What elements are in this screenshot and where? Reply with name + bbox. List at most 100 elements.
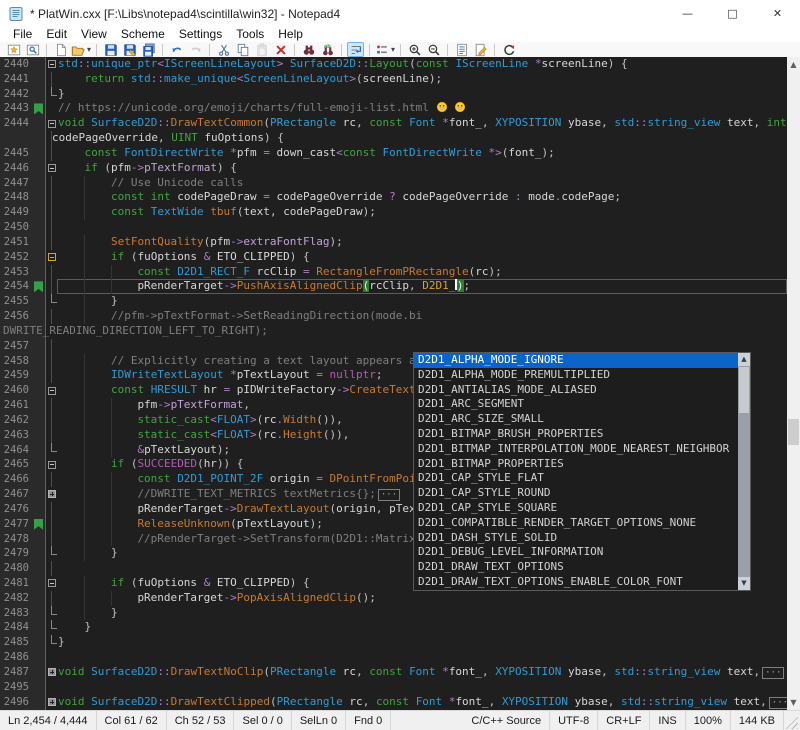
menu-tools[interactable]: Tools bbox=[229, 27, 271, 42]
status-zoom[interactable]: 100% bbox=[686, 711, 731, 730]
zoom-out-icon[interactable] bbox=[425, 42, 442, 57]
resize-grip[interactable] bbox=[784, 715, 798, 729]
scheme-config-icon[interactable]: ▾ bbox=[375, 42, 395, 57]
code-line-2447[interactable]: 2447// Use Unicode calls bbox=[0, 176, 787, 191]
autocomplete-scrollbar[interactable]: ▲ ▼ bbox=[738, 353, 750, 590]
fold-collapse-icon[interactable] bbox=[48, 387, 56, 395]
code-line-2484[interactable]: 2484} bbox=[0, 620, 787, 635]
dropdown-caret-icon[interactable]: ▾ bbox=[391, 45, 395, 54]
code-line-2450[interactable]: 2450 bbox=[0, 220, 787, 235]
code-line-2496[interactable]: 2496void SurfaceD2D::DrawTextClipped(PRe… bbox=[0, 695, 787, 710]
code-line-2452[interactable]: 2452if (fuOptions & ETO_CLIPPED) { bbox=[0, 250, 787, 265]
fold-collapse-icon[interactable] bbox=[48, 60, 56, 68]
cut-icon[interactable] bbox=[215, 42, 232, 57]
code-line-2453[interactable]: 2453const D2D1_RECT_F rcClip = Rectangle… bbox=[0, 265, 787, 280]
status-scheme[interactable]: C/C++ Source bbox=[463, 711, 550, 730]
autocomplete-item[interactable]: D2D1_ARC_SEGMENT bbox=[414, 397, 750, 412]
fold-collapse-icon[interactable] bbox=[48, 253, 56, 261]
autocomplete-item[interactable]: D2D1_DEBUG_LEVEL_INFORMATION bbox=[414, 545, 750, 560]
minimize-button[interactable]: — bbox=[665, 0, 710, 27]
title-bar[interactable]: * PlatWin.cxx [F:\Libs\notepad4\scintill… bbox=[0, 0, 800, 27]
fold-collapse-icon[interactable] bbox=[48, 461, 56, 469]
open-file-icon[interactable]: ▾ bbox=[71, 42, 91, 57]
favorites-icon[interactable] bbox=[5, 42, 22, 57]
reload-icon[interactable] bbox=[500, 42, 517, 57]
code-line-2451[interactable]: 2451SetFontQuality(pfm->extraFontFlag); bbox=[0, 235, 787, 250]
autocomplete-item[interactable]: D2D1_BITMAP_PROPERTIES bbox=[414, 457, 750, 472]
maximize-button[interactable]: □ bbox=[710, 0, 755, 27]
code-line-2455[interactable]: 2455} bbox=[0, 294, 787, 309]
code-line-2444[interactable]: 2444void SurfaceD2D::DrawTextCommon(PRec… bbox=[0, 116, 787, 131]
code-line-wrap[interactable]: codePageOverride, UINT fuOptions) { bbox=[0, 131, 787, 146]
code-line-2449[interactable]: 2449const TextWide tbuf(text, codePageDr… bbox=[0, 205, 787, 220]
menu-scheme[interactable]: Scheme bbox=[114, 27, 172, 42]
autocomplete-item[interactable]: D2D1_ALPHA_MODE_PREMULTIPLIED bbox=[414, 368, 750, 383]
scroll-up-arrow-icon[interactable]: ▲ bbox=[787, 57, 800, 72]
fold-expand-icon[interactable] bbox=[48, 490, 56, 498]
save-icon[interactable] bbox=[102, 42, 119, 57]
status-find-count[interactable]: Fnd 0 bbox=[346, 711, 391, 730]
browse-icon[interactable] bbox=[24, 42, 41, 57]
menu-view[interactable]: View bbox=[74, 27, 114, 42]
status-character[interactable]: Ch 52 / 53 bbox=[167, 711, 235, 730]
autocomplete-item[interactable]: D2D1_DRAW_TEXT_OPTIONS bbox=[414, 560, 750, 575]
autocomplete-item[interactable]: D2D1_ALPHA_MODE_IGNORE bbox=[414, 353, 750, 368]
autocomplete-item[interactable]: D2D1_COMPATIBLE_RENDER_TARGET_OPTIONS_NO… bbox=[414, 516, 750, 531]
copy-icon[interactable] bbox=[234, 42, 251, 57]
menu-settings[interactable]: Settings bbox=[172, 27, 229, 42]
code-line-2456[interactable]: 2456//pfm->pTextFormat->SetReadingDirect… bbox=[0, 309, 787, 324]
status-selection[interactable]: Sel 0 / 0 bbox=[234, 711, 291, 730]
code-line-2482[interactable]: 2482pRenderTarget->PopAxisAlignedClip(); bbox=[0, 591, 787, 606]
autocomplete-item[interactable]: D2D1_CAP_STYLE_SQUARE bbox=[414, 501, 750, 516]
status-selected-lines[interactable]: SelLn 0 bbox=[292, 711, 346, 730]
fold-collapse-icon[interactable] bbox=[48, 164, 56, 172]
status-overtype[interactable]: INS bbox=[650, 711, 685, 730]
status-encoding[interactable]: UTF-8 bbox=[550, 711, 598, 730]
code-line-2486[interactable]: 2486 bbox=[0, 650, 787, 665]
dropdown-caret-icon[interactable]: ▾ bbox=[87, 45, 91, 54]
edit-mode-icon[interactable] bbox=[472, 42, 489, 57]
scrollbar-thumb[interactable] bbox=[788, 419, 799, 445]
code-line-2483[interactable]: 2483} bbox=[0, 606, 787, 621]
code-line-2443[interactable]: 2443// https://unicode.org/emoji/charts/… bbox=[0, 101, 787, 116]
code-line-2442[interactable]: 2442} bbox=[0, 87, 787, 102]
autocomplete-scroll-thumb[interactable] bbox=[739, 367, 749, 413]
autocomplete-scroll-down-icon[interactable]: ▼ bbox=[738, 577, 750, 590]
fold-collapse-icon[interactable] bbox=[48, 120, 56, 128]
autocomplete-item[interactable]: D2D1_DASH_STYLE_SOLID bbox=[414, 531, 750, 546]
code-line-2448[interactable]: 2448const int codePageDraw = codePageOve… bbox=[0, 190, 787, 205]
autocomplete-item[interactable]: D2D1_BITMAP_BRUSH_PROPERTIES bbox=[414, 427, 750, 442]
replace-icon[interactable]: ab bbox=[319, 42, 336, 57]
code-line-2485[interactable]: 2485} bbox=[0, 635, 787, 650]
autocomplete-scroll-up-icon[interactable]: ▲ bbox=[738, 353, 750, 366]
status-eol[interactable]: CR+LF bbox=[598, 711, 650, 730]
code-editor[interactable]: 2440std::unique_ptr<IScreenLineLayout> S… bbox=[0, 57, 800, 710]
autocomplete-item[interactable]: D2D1_CAP_STYLE_FLAT bbox=[414, 471, 750, 486]
status-column[interactable]: Col 61 / 62 bbox=[97, 711, 167, 730]
code-line-2445[interactable]: 2445const FontDirectWrite *pfm = down_ca… bbox=[0, 146, 787, 161]
status-file-size[interactable]: 144 KB bbox=[731, 711, 784, 730]
autocomplete-item[interactable]: D2D1_CAP_STYLE_ROUND bbox=[414, 486, 750, 501]
save-copy-icon[interactable] bbox=[140, 42, 157, 57]
autocomplete-item[interactable]: D2D1_ARC_SIZE_SMALL bbox=[414, 412, 750, 427]
code-line-2487[interactable]: 2487void SurfaceD2D::DrawTextNoClip(PRec… bbox=[0, 665, 787, 680]
autocomplete-item[interactable]: D2D1_DRAW_TEXT_OPTIONS_ENABLE_COLOR_FONT bbox=[414, 575, 750, 590]
editor-scrollbar[interactable]: ▲ ▼ bbox=[787, 57, 800, 710]
code-line-2446[interactable]: 2446if (pfm->pTextFormat) { bbox=[0, 161, 787, 176]
zoom-in-icon[interactable] bbox=[406, 42, 423, 57]
menu-edit[interactable]: Edit bbox=[39, 27, 74, 42]
code-line-2495[interactable]: 2495 bbox=[0, 680, 787, 695]
code-line-2454[interactable]: 2454pRenderTarget->PushAxisAlignedClip(r… bbox=[0, 279, 787, 294]
find-icon[interactable] bbox=[300, 42, 317, 57]
fold-expand-icon[interactable] bbox=[48, 668, 56, 676]
code-line-wrap[interactable]: DWRITE_READING_DIRECTION_LEFT_TO_RIGHT); bbox=[0, 324, 787, 339]
menu-file[interactable]: File bbox=[6, 27, 39, 42]
save-as-icon[interactable] bbox=[121, 42, 138, 57]
status-line[interactable]: Ln 2,454 / 4,444 bbox=[0, 711, 97, 730]
code-line-2441[interactable]: 2441return std::make_unique<ScreenLineLa… bbox=[0, 72, 787, 87]
autocomplete-item[interactable]: D2D1_ANTIALIAS_MODE_ALIASED bbox=[414, 383, 750, 398]
view-marks-icon[interactable] bbox=[453, 42, 470, 57]
close-button[interactable]: ✕ bbox=[755, 0, 800, 27]
fold-collapse-icon[interactable] bbox=[48, 579, 56, 587]
delete-icon[interactable] bbox=[272, 42, 289, 57]
